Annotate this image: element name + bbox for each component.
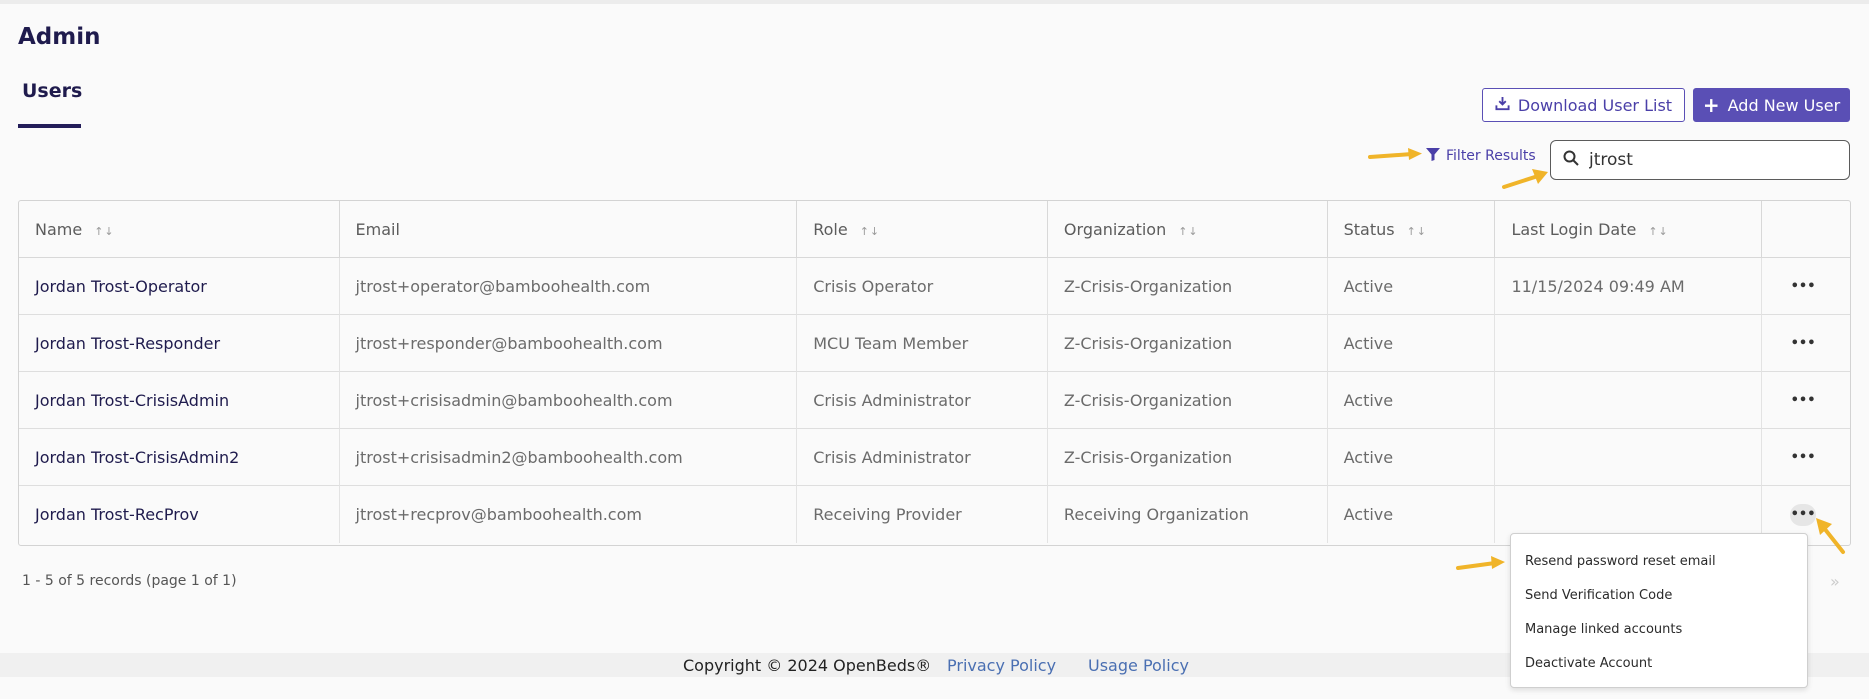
cell-name[interactable]: Jordan Trost-Operator xyxy=(19,258,340,315)
row-actions-menu: Resend password reset email Send Verific… xyxy=(1510,533,1808,688)
cell-organization: Receiving Organization xyxy=(1048,486,1328,543)
copyright-text: Copyright © 2024 OpenBeds® xyxy=(683,655,932,675)
column-header-organization[interactable]: Organization ↑↓ xyxy=(1047,201,1328,258)
search-field[interactable] xyxy=(1550,140,1850,180)
table-header-row: Name ↑↓ Email Role ↑↓ Organization ↑↓ Statu… xyxy=(19,201,1850,258)
menu-item-manage-linked-accounts[interactable]: Manage linked accounts xyxy=(1511,612,1807,646)
sort-icon[interactable]: ↑↓ xyxy=(1648,225,1668,238)
usage-policy-link[interactable]: Usage Policy xyxy=(1088,656,1189,675)
cell-organization: Z-Crisis-Organization xyxy=(1047,315,1328,372)
sort-icon[interactable]: ↑↓ xyxy=(860,225,880,238)
filter-icon xyxy=(1426,147,1440,165)
page-title: Admin xyxy=(18,24,101,50)
annotation-arrow-icon xyxy=(1456,556,1505,570)
cell-status: Active xyxy=(1327,372,1496,429)
column-header-email: Email xyxy=(339,201,798,258)
tab-users[interactable]: Users xyxy=(18,80,83,128)
pagination-summary: 1 - 5 of 5 records (page 1 of 1) xyxy=(22,573,237,589)
annotation-arrow-icon xyxy=(1368,148,1422,160)
more-horizontal-icon[interactable]: ••• xyxy=(1790,446,1816,468)
column-header-actions xyxy=(1762,201,1850,258)
menu-item-resend-password-reset[interactable]: Resend password reset email xyxy=(1511,544,1807,578)
cell-status: Active xyxy=(1327,315,1496,372)
download-icon xyxy=(1495,96,1510,115)
cell-actions: ••• xyxy=(1762,315,1850,372)
cell-actions: ••• xyxy=(1762,372,1850,429)
more-horizontal-icon[interactable]: ••• xyxy=(1790,275,1816,297)
cell-organization: Z-Crisis-Organization xyxy=(1047,258,1328,315)
cell-role: MCU Team Member xyxy=(797,315,1048,372)
cell-last-login xyxy=(1495,372,1763,429)
cell-name[interactable]: Jordan Trost-Responder xyxy=(19,315,340,372)
cell-role: Receiving Provider xyxy=(797,486,1048,543)
cell-last-login: 11/15/2024 09:49 AM xyxy=(1495,258,1763,315)
cell-name[interactable]: Jordan Trost-RecProv xyxy=(19,486,340,543)
cell-organization: Z-Crisis-Organization xyxy=(1047,429,1328,486)
download-user-list-button[interactable]: Download User List xyxy=(1482,88,1685,122)
more-horizontal-icon[interactable]: ••• xyxy=(1790,389,1816,411)
cell-email: jtrost+responder@bamboohealth.com xyxy=(339,315,798,372)
column-header-last-login[interactable]: Last Login Date ↑↓ xyxy=(1495,201,1763,258)
sort-icon[interactable]: ↑↓ xyxy=(1407,225,1427,238)
cell-organization: Z-Crisis-Organization xyxy=(1047,372,1328,429)
add-new-user-label: Add New User xyxy=(1727,95,1841,115)
cell-status: Active xyxy=(1327,258,1496,315)
search-icon xyxy=(1563,150,1579,170)
cell-actions: ••• xyxy=(1762,429,1850,486)
table-row[interactable]: Jordan Trost-Responder jtrost+responder@… xyxy=(19,315,1850,372)
search-input[interactable] xyxy=(1589,150,1829,170)
column-header-name[interactable]: Name ↑↓ xyxy=(19,201,340,258)
annotation-arrow-icon xyxy=(1816,518,1845,554)
cell-email: jtrost+recprov@bamboohealth.com xyxy=(340,486,798,543)
menu-item-send-verification-code[interactable]: Send Verification Code xyxy=(1511,578,1807,612)
more-horizontal-icon[interactable]: ••• xyxy=(1790,332,1816,354)
menu-item-deactivate-account[interactable]: Deactivate Account xyxy=(1511,646,1807,680)
plus-icon: + xyxy=(1702,93,1720,117)
filter-results-label: Filter Results xyxy=(1446,148,1536,164)
column-header-role[interactable]: Role ↑↓ xyxy=(797,201,1048,258)
cell-email: jtrost+crisisadmin2@bamboohealth.com xyxy=(339,429,798,486)
cell-last-login xyxy=(1495,315,1763,372)
table-row[interactable]: Jordan Trost-CrisisAdmin jtrost+crisisad… xyxy=(19,372,1850,429)
top-bar xyxy=(0,0,1869,4)
column-header-status[interactable]: Status ↑↓ xyxy=(1327,201,1496,258)
add-new-user-button[interactable]: + Add New User xyxy=(1693,88,1850,122)
users-table: Name ↑↓ Email Role ↑↓ Organization ↑↓ Statu… xyxy=(18,200,1851,546)
sort-icon[interactable]: ↑↓ xyxy=(1178,225,1198,238)
cell-actions: ••• xyxy=(1762,258,1850,315)
cell-status: Active xyxy=(1328,486,1496,543)
cell-status: Active xyxy=(1327,429,1496,486)
cell-role: Crisis Administrator xyxy=(797,372,1048,429)
cell-email: jtrost+crisisadmin@bamboohealth.com xyxy=(339,372,798,429)
table-row[interactable]: Jordan Trost-CrisisAdmin2 jtrost+crisisa… xyxy=(19,429,1850,486)
cell-email: jtrost+operator@bamboohealth.com xyxy=(339,258,798,315)
cell-name[interactable]: Jordan Trost-CrisisAdmin xyxy=(19,372,340,429)
cell-last-login xyxy=(1495,429,1763,486)
cell-role: Crisis Administrator xyxy=(797,429,1048,486)
cell-name[interactable]: Jordan Trost-CrisisAdmin2 xyxy=(19,429,340,486)
next-page-icon[interactable]: » xyxy=(1830,572,1840,591)
filter-results-link[interactable]: Filter Results xyxy=(1426,146,1536,166)
table-row[interactable]: Jordan Trost-Operator jtrost+operator@ba… xyxy=(19,258,1850,315)
tab-label: Users xyxy=(22,80,83,102)
sort-icon[interactable]: ↑↓ xyxy=(94,225,114,238)
privacy-policy-link[interactable]: Privacy Policy xyxy=(947,656,1056,675)
cell-role: Crisis Operator xyxy=(797,258,1048,315)
download-user-list-label: Download User List xyxy=(1517,95,1673,115)
annotation-arrow-icon xyxy=(1502,169,1548,189)
